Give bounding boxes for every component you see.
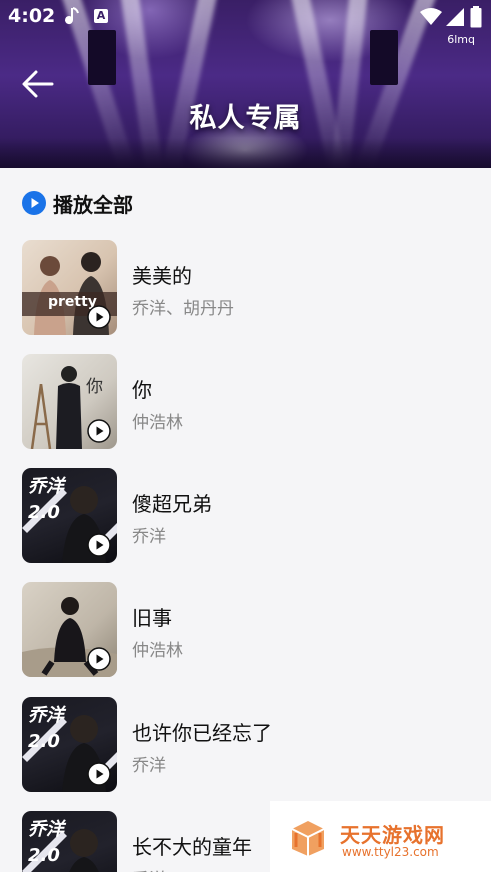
stage-floor <box>0 138 491 168</box>
play-icon[interactable] <box>87 533 111 557</box>
song-artist: 乔洋、胡丹丹 <box>132 299 234 319</box>
song-title: 你 <box>132 378 152 402</box>
header-banner: 4:02 A 6lmq 私人专属 <box>0 0 491 168</box>
signal-icon <box>446 8 464 26</box>
song-artist: 乔洋 <box>132 756 166 776</box>
play-icon[interactable] <box>87 647 111 671</box>
song-artist: 乔洋 <box>132 527 166 547</box>
song-item[interactable]: 乔洋 2.0 也许你已经忘了 乔洋 <box>0 697 491 801</box>
battery-icon <box>470 6 482 28</box>
play-icon[interactable] <box>87 305 111 329</box>
play-icon[interactable] <box>87 762 111 786</box>
watermark-name: 天天游戏网 <box>340 823 445 847</box>
album-cover: 乔洋 2.0 <box>22 468 117 563</box>
song-artist: 乔洋 <box>132 865 166 872</box>
play-circle-icon <box>22 191 46 215</box>
cover-person <box>56 366 82 449</box>
cover-text: 乔洋 2.0 <box>28 819 64 866</box>
song-title: 傻超兄弟 <box>132 492 212 516</box>
song-artist: 仲浩林 <box>132 641 183 661</box>
song-title: 美美的 <box>132 264 192 288</box>
wifi-icon <box>420 8 442 25</box>
album-cover: 乔洋 2.0 <box>22 811 117 872</box>
cover-text: 乔洋 2.0 <box>28 705 64 752</box>
accessibility-indicator: A <box>94 9 108 23</box>
page-title: 私人专属 <box>189 103 302 134</box>
song-artist: 仲浩林 <box>132 413 183 433</box>
album-cover: pretty <box>22 240 117 335</box>
album-cover: 你 <box>22 354 117 449</box>
song-item[interactable]: 旧事 仲浩林 <box>0 582 491 686</box>
watermark-url: www.ttyl23.com <box>342 845 439 859</box>
song-title: 旧事 <box>132 606 172 630</box>
cover-text: 你 <box>86 377 103 397</box>
music-note-icon <box>65 7 79 25</box>
song-item[interactable]: pretty 美美的 乔洋、胡丹丹 <box>0 240 491 344</box>
status-time: 4:02 <box>8 5 56 27</box>
watermark: 天天游戏网 www.ttyl23.com <box>270 801 491 872</box>
user-tag: 6lmq <box>447 33 475 46</box>
song-item[interactable]: 乔洋 2.0 傻超兄弟 乔洋 <box>0 468 491 572</box>
watermark-logo-icon <box>291 821 325 856</box>
cover-easel <box>30 384 52 449</box>
stage-speaker <box>370 30 398 85</box>
play-all-label: 播放全部 <box>53 192 133 217</box>
song-title: 也许你已经忘了 <box>132 721 272 745</box>
stage-speaker <box>88 30 116 85</box>
play-icon[interactable] <box>87 419 111 443</box>
status-bar: 4:02 A 6lmq <box>0 0 491 46</box>
album-cover <box>22 582 117 677</box>
play-all-button[interactable]: 播放全部 <box>22 187 133 219</box>
album-cover: 乔洋 2.0 <box>22 697 117 792</box>
song-item[interactable]: 你 你 仲浩林 <box>0 354 491 458</box>
cover-text: 乔洋 2.0 <box>28 476 64 523</box>
song-title: 长不大的童年 <box>132 835 252 859</box>
